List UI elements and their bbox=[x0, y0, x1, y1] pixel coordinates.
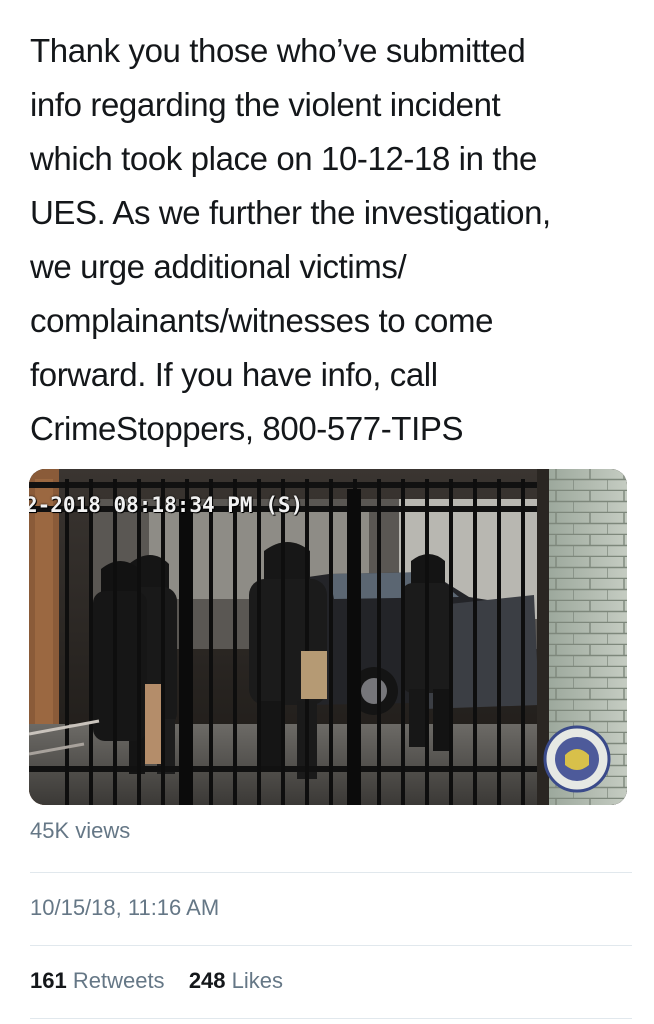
engagement-stats: 161 Retweets 248 Likes bbox=[30, 968, 283, 994]
tweet-text-line: Thank you those who’ve submitted bbox=[30, 32, 526, 69]
tweet-text-line: which took place on 10-12-18 in the bbox=[30, 140, 538, 177]
video-thumbnail[interactable]: 2-2018 08:18:34 PM (S) bbox=[29, 469, 627, 805]
retweets-label: Retweets bbox=[72, 968, 165, 993]
tweet-text-line: we urge additional victims/ bbox=[30, 248, 407, 285]
tweet-text-line: complainants/witnesses to come bbox=[30, 302, 494, 339]
likes-link[interactable]: 248 Likes bbox=[189, 968, 283, 993]
divider bbox=[30, 1018, 632, 1019]
likes-count: 248 bbox=[188, 968, 226, 993]
retweets-count: 161 bbox=[30, 968, 67, 993]
view-count: 45K views bbox=[30, 818, 131, 843]
video-timestamp-overlay: 2-2018 08:18:34 PM (S) bbox=[29, 493, 304, 517]
tweet-text: Thank you those who’ve submitted info re… bbox=[30, 24, 630, 456]
surveillance-video-frame bbox=[29, 469, 627, 805]
likes-label: Likes bbox=[231, 968, 284, 993]
tweet-text-line: CrimeStoppers, 800-577-TIPS bbox=[30, 410, 464, 447]
divider bbox=[30, 945, 632, 946]
tweet-text-line: info regarding the violent incident bbox=[30, 86, 501, 123]
divider bbox=[30, 872, 632, 873]
tweet-text-line: forward. If you have info, call bbox=[30, 356, 438, 393]
tweet-text-line: UES. As we further the investigation, bbox=[30, 194, 551, 231]
retweets-link[interactable]: 161 Retweets bbox=[30, 968, 171, 993]
tweet-date: 10/15/18, 11:16 AM bbox=[30, 895, 220, 920]
police-seal-icon bbox=[543, 725, 611, 793]
